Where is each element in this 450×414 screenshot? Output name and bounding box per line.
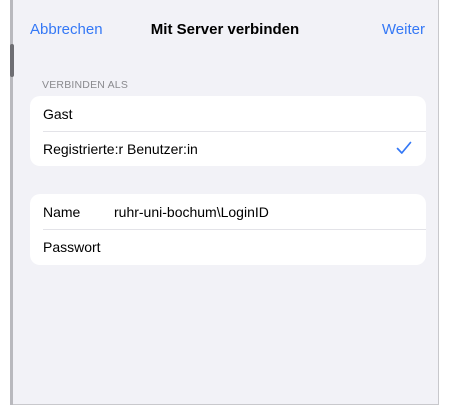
option-registered-user-label: Registrierte:r Benutzer:in <box>43 140 198 157</box>
next-button[interactable]: Weiter <box>382 21 425 38</box>
option-guest[interactable]: Gast <box>30 96 426 131</box>
password-field-row[interactable]: Passwort <box>30 229 426 264</box>
page: Abbrechen Mit Server verbinden Weiter VE… <box>0 0 450 414</box>
name-field-row[interactable]: Name ruhr-uni-bochum\LoginID <box>30 194 426 229</box>
name-field[interactable]: ruhr-uni-bochum\LoginID <box>114 204 426 220</box>
connect-as-group: Gast Registrierte:r Benutzer:in <box>30 96 426 166</box>
credentials-group: Name ruhr-uni-bochum\LoginID Passwort <box>30 194 426 265</box>
option-guest-label: Gast <box>43 105 73 122</box>
dialog-title: Mit Server verbinden <box>150 21 300 38</box>
scroll-indicator[interactable] <box>10 44 14 77</box>
checkmark-icon <box>396 141 412 154</box>
connect-as-section-header: VERBINDEN ALS <box>42 79 129 91</box>
navigation-bar: Abbrechen Mit Server verbinden Weiter <box>20 0 430 60</box>
name-field-label: Name <box>43 203 81 220</box>
password-field-label: Passwort <box>43 238 101 255</box>
option-registered-user[interactable]: Registrierte:r Benutzer:in <box>30 131 426 166</box>
